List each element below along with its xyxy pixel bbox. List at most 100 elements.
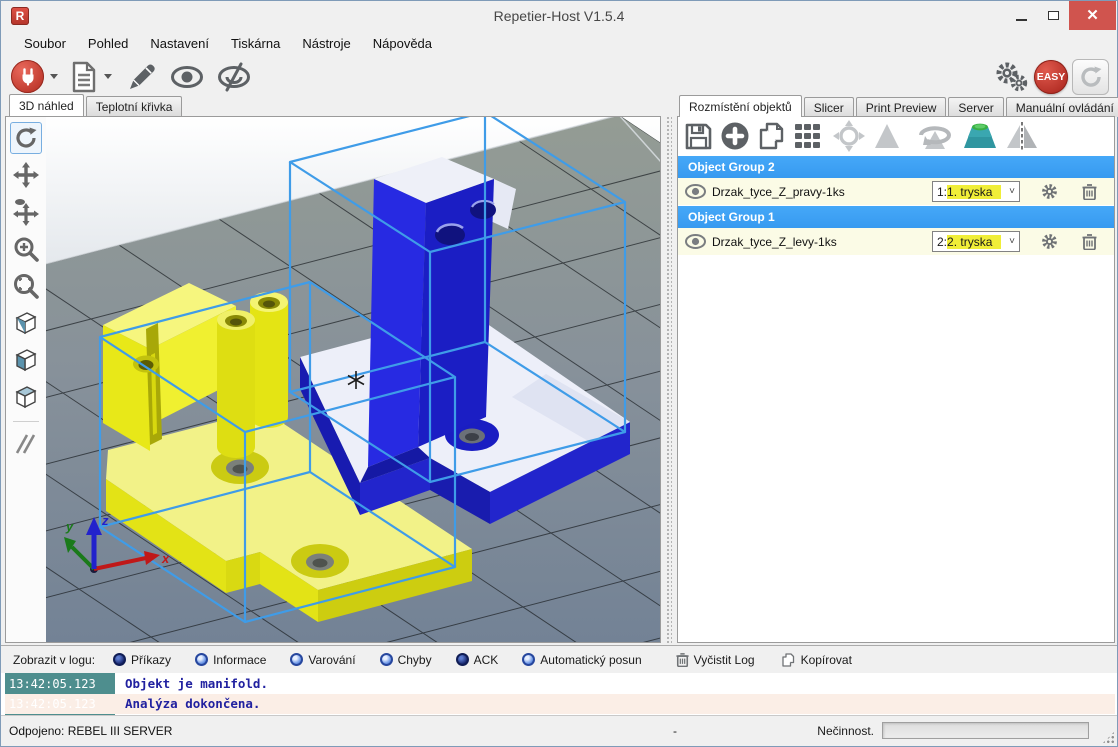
group-header-1[interactable]: Object Group 1	[678, 205, 1114, 228]
add-object-icon	[720, 121, 750, 151]
toggle-errors[interactable]: Chyby	[380, 653, 432, 667]
info-dot-icon	[195, 653, 208, 666]
app-window: R Repetier-Host V1.5.4 ✕ Soubor Pohled N…	[0, 0, 1118, 747]
hide-travel-button[interactable]	[214, 62, 254, 92]
connect-button[interactable]	[11, 60, 44, 93]
delete-object-button[interactable]	[1076, 183, 1102, 200]
toggle-info[interactable]: Informace	[195, 653, 266, 667]
menu-pohled[interactable]: Pohled	[77, 31, 139, 57]
right-tabstrip: Rozmístění objektů Slicer Print Preview …	[679, 97, 1118, 117]
rotate-object-button[interactable]	[915, 121, 955, 151]
restart-button[interactable]	[1072, 59, 1109, 95]
axis-z-label: z	[101, 513, 109, 528]
minimize-button[interactable]	[1005, 1, 1037, 30]
plug-icon	[18, 67, 38, 87]
iso-view-button[interactable]	[10, 307, 42, 339]
load-button[interactable]	[70, 61, 98, 93]
parallel-lines-icon	[13, 431, 39, 457]
extruder-select[interactable]: 1:1. tryska ˅	[932, 181, 1020, 202]
autoposition-icon	[794, 122, 826, 150]
trash-icon	[676, 652, 689, 667]
settings-button[interactable]	[992, 60, 1030, 94]
eye-off-icon	[214, 62, 254, 92]
tab-manual-control[interactable]: Manuální ovládání	[1006, 97, 1118, 117]
visibility-toggle[interactable]	[678, 184, 712, 199]
top-view-button[interactable]	[10, 381, 42, 413]
toggle-autoscroll[interactable]: Automatický posun	[522, 653, 641, 667]
object-row-pravy[interactable]: Drzak_tyce_Z_pravy-1ks 1:1. tryska ˅	[678, 178, 1114, 205]
cut-object-button[interactable]	[962, 121, 998, 151]
rotate-view-button[interactable]	[10, 122, 42, 154]
extruder-value: 1. tryska	[947, 185, 1001, 199]
log-entry: 13:42:05.123 Objekt je manifold.	[5, 674, 1115, 694]
statusbar: Odpojeno: REBEL III SERVER - Nečinnost.	[1, 715, 1117, 746]
titlebar[interactable]: R Repetier-Host V1.5.4 ✕	[1, 1, 1117, 31]
easy-mode-button[interactable]: EASY	[1034, 60, 1068, 94]
log-area[interactable]: 13:42:05.123 Objekt je manifold. 13:42:0…	[1, 673, 1117, 715]
add-object-button[interactable]	[720, 121, 750, 151]
close-button[interactable]: ✕	[1069, 1, 1116, 30]
object-settings-button[interactable]	[1036, 233, 1062, 250]
copy-log-button[interactable]: Kopírovat	[781, 652, 852, 668]
activity-status: Nečinnost.	[817, 724, 874, 738]
axis-x-label: x	[161, 551, 170, 566]
toggle-warnings[interactable]: Varování	[290, 653, 355, 667]
window-title: Repetier-Host V1.5.4	[1, 1, 1117, 31]
log-entry: 13:42:05.123 Analýza dokončena.	[5, 694, 1115, 714]
menu-nastaveni[interactable]: Nastavení	[139, 31, 220, 57]
group-header-2[interactable]: Object Group 2	[678, 155, 1114, 178]
toolbar-separator	[13, 421, 39, 422]
extruder-select[interactable]: 2:2. tryska ˅	[932, 231, 1020, 252]
menu-tiskarna[interactable]: Tiskárna	[220, 31, 291, 57]
save-icon	[684, 122, 713, 151]
scale-object-button[interactable]	[872, 121, 902, 151]
visibility-toggle[interactable]	[678, 234, 712, 249]
gears-icon	[992, 60, 1030, 94]
save-button[interactable]	[684, 122, 713, 151]
move-viewpoint-button[interactable]	[10, 196, 42, 228]
toggle-commands[interactable]: Příkazy	[113, 653, 171, 667]
zoom-fit-button[interactable]	[10, 270, 42, 302]
show-filament-button[interactable]	[168, 62, 206, 92]
tab-3d-view[interactable]: 3D náhled	[9, 94, 84, 116]
move-viewpoint-icon	[13, 198, 39, 226]
menu-napoveda[interactable]: Nápověda	[362, 31, 443, 57]
tab-object-placement[interactable]: Rozmístění objektů	[679, 95, 802, 117]
menu-nastroje[interactable]: Nástroje	[291, 31, 361, 57]
panel-splitter[interactable]	[661, 116, 677, 643]
chevron-down-icon: ˅	[1009, 186, 1015, 197]
object-settings-button[interactable]	[1036, 183, 1062, 200]
front-view-button[interactable]	[10, 344, 42, 376]
autoposition-button[interactable]	[794, 122, 826, 150]
parallel-projection-button[interactable]	[10, 428, 42, 460]
cut-object-icon	[962, 121, 998, 151]
connection-status: Odpojeno: REBEL III SERVER	[9, 724, 172, 738]
copy-object-button[interactable]	[757, 121, 787, 151]
connect-dropdown[interactable]	[50, 74, 58, 79]
toggle-ack[interactable]: ACK	[456, 653, 499, 667]
commands-dot-icon	[113, 653, 126, 666]
clear-log-button[interactable]: Vyčistit Log	[676, 652, 755, 667]
tab-server[interactable]: Server	[948, 97, 1003, 117]
center-object-button[interactable]	[833, 120, 865, 152]
maximize-button[interactable]	[1037, 1, 1069, 30]
autoscroll-dot-icon	[522, 653, 535, 666]
tab-print-preview[interactable]: Print Preview	[856, 97, 947, 117]
log-timestamp: 13:42:05.123	[9, 674, 115, 694]
object-row-levy[interactable]: Drzak_tyce_Z_levy-1ks 2:2. tryska ˅	[678, 228, 1114, 255]
circular-arrows-icon	[1078, 64, 1104, 90]
left-tabstrip: 3D náhled Teplotní křivka	[9, 96, 184, 116]
menu-soubor[interactable]: Soubor	[13, 31, 77, 57]
zoom-in-button[interactable]	[10, 233, 42, 265]
resize-grip[interactable]	[1102, 731, 1115, 744]
load-dropdown[interactable]	[104, 74, 112, 79]
tab-temperature-curve[interactable]: Teplotní křivka	[86, 96, 183, 116]
tab-slicer[interactable]: Slicer	[804, 97, 854, 117]
edit-button[interactable]	[126, 61, 158, 93]
minimize-icon	[1016, 19, 1027, 21]
mirror-object-button[interactable]	[1005, 121, 1039, 151]
delete-object-button[interactable]	[1076, 233, 1102, 250]
move-object-button[interactable]	[10, 159, 42, 191]
progress-bar	[882, 722, 1089, 739]
view3d-canvas[interactable]: x y z	[46, 117, 660, 642]
